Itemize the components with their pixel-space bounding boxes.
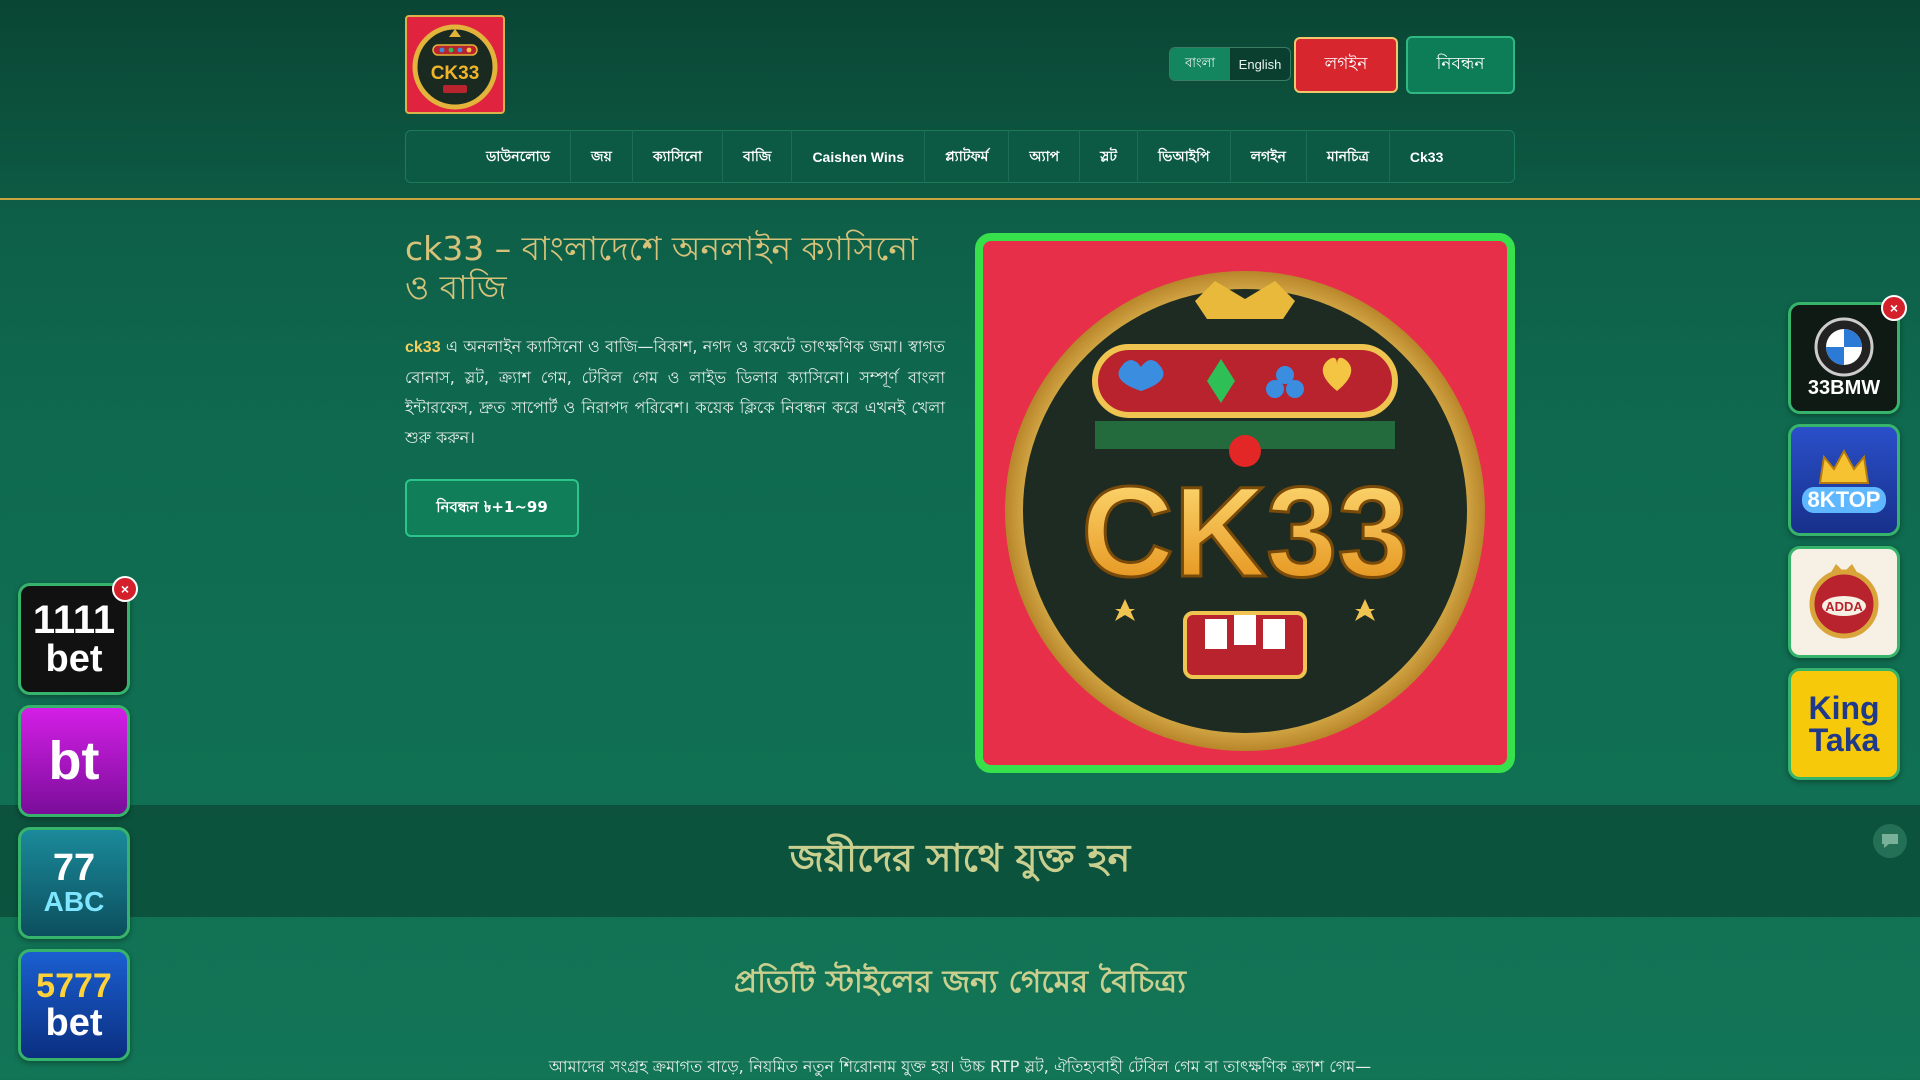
ck33-emblem-icon: CK33 bbox=[1005, 271, 1485, 751]
promo-tile-line1: 77 bbox=[52, 847, 96, 889]
emblem-text: CK33 bbox=[1081, 461, 1408, 604]
promo-tile-line2: bet bbox=[45, 638, 103, 680]
game-collection-text: আমাদের সংগ্রহ ক্রমাগত বাড়ে, নিয়মিত নতু… bbox=[548, 1057, 1372, 1076]
promo-tile-line1: ADDA bbox=[1825, 599, 1863, 614]
left-promo-close-button[interactable]: × bbox=[112, 576, 138, 602]
language-switcher[interactable]: বাংলা English bbox=[1169, 47, 1291, 81]
hero-description-text: এ অনলাইন ক্যাসিনো ও বাজি—বিকাশ, নগদ ও রক… bbox=[405, 337, 945, 447]
nav-item-win[interactable]: জয় bbox=[571, 130, 633, 183]
nav-item-app[interactable]: অ্যাপ bbox=[1009, 130, 1081, 183]
chat-icon[interactable] bbox=[1873, 824, 1907, 858]
promo-tile-kingtaka[interactable]: King Taka bbox=[1788, 668, 1900, 780]
nav-item-login[interactable]: লগইন bbox=[1231, 130, 1307, 183]
chat-bubble-icon bbox=[1882, 834, 1898, 848]
promo-tile-line2: Taka bbox=[1808, 722, 1880, 758]
site-header: CK33 বাংলা English লগইন নিবন্ধন ডাউনলোড … bbox=[0, 0, 1920, 200]
ck33-logo-icon: CK33 bbox=[412, 24, 498, 109]
nav-item-download[interactable]: ডাউনলোড bbox=[466, 130, 572, 183]
nav-item-slot[interactable]: স্লট bbox=[1080, 130, 1139, 183]
promo-tile-line2: bet bbox=[45, 1002, 103, 1044]
adda-emblem-icon: ADDA bbox=[1809, 564, 1879, 639]
main-nav: ডাউনলোড জয় ক্যাসিনো বাজি Caishen Wins প… bbox=[405, 130, 1515, 183]
nav-item-vip[interactable]: ভিআইপি bbox=[1138, 130, 1231, 183]
nav-item-ck33[interactable]: Ck33 bbox=[1390, 130, 1463, 183]
hero-title: ck33 – বাংলাদেশে অনলাইন ক্যাসিনো ও বাজি bbox=[405, 229, 918, 307]
promo-tile-77abc[interactable]: 77 ABC bbox=[18, 827, 130, 939]
promo-tile-5777bet[interactable]: 5777 bet bbox=[18, 949, 130, 1061]
promo-tile-line1: King bbox=[1808, 690, 1880, 726]
promo-tile-line1: bt bbox=[48, 731, 100, 791]
promo-tile-line2: ABC bbox=[43, 886, 105, 917]
promo-tile-line1: 1111 bbox=[32, 598, 116, 642]
promo-tile-bt[interactable]: bt bbox=[18, 705, 130, 817]
promo-tile-8ktop[interactable]: 8KTOP bbox=[1788, 424, 1900, 536]
language-option-bangla[interactable]: বাংলা bbox=[1170, 48, 1230, 80]
game-variety-title: প্রতিটি স্টাইলের জন্য গেমের বৈচিত্র্য bbox=[733, 964, 1187, 1000]
nav-item-map[interactable]: মানচিত্র bbox=[1307, 130, 1390, 183]
promo-tile-33bmw[interactable]: 33BMW bbox=[1788, 302, 1900, 414]
hero-brand-link[interactable]: ck33 bbox=[405, 339, 441, 356]
crown-icon bbox=[1818, 448, 1870, 484]
join-winners-title: জয়ীদের সাথে যুক্ত হন bbox=[789, 836, 1131, 880]
nav-item-caishen-wins[interactable]: Caishen Wins bbox=[792, 130, 926, 183]
bmw-emblem-icon bbox=[1814, 317, 1874, 376]
promo-tile-line1: 8KTOP bbox=[1801, 487, 1887, 513]
login-button[interactable]: লগইন bbox=[1294, 37, 1398, 93]
right-promo-close-button[interactable]: × bbox=[1881, 295, 1907, 321]
site-logo[interactable]: CK33 bbox=[405, 15, 505, 114]
promo-tile-line1: 33BMW bbox=[1807, 376, 1881, 399]
nav-item-platform[interactable]: প্ল্যাটফর্ম bbox=[925, 130, 1010, 183]
nav-item-casino[interactable]: ক্যাসিনো bbox=[633, 130, 724, 183]
register-button[interactable]: নিবন্ধন bbox=[1406, 36, 1515, 94]
hero-banner-image: CK33 bbox=[975, 233, 1515, 773]
logo-text: CK33 bbox=[431, 63, 480, 84]
hero-register-button[interactable]: নিবন্ধন ৳+1~99 bbox=[405, 479, 579, 537]
promo-tile-adda[interactable]: ADDA bbox=[1788, 546, 1900, 658]
language-option-english[interactable]: English bbox=[1230, 48, 1290, 80]
promo-tile-1111bet[interactable]: 1111 bet bbox=[18, 583, 130, 695]
nav-item-betting[interactable]: বাজি bbox=[723, 130, 793, 183]
promo-tile-line1: 5777 bbox=[36, 967, 112, 1005]
join-winners-band: জয়ীদের সাথে যুক্ত হন bbox=[0, 805, 1920, 917]
hero-description: ck33 এ অনলাইন ক্যাসিনো ও বাজি—বিকাশ, নগদ… bbox=[405, 332, 945, 453]
